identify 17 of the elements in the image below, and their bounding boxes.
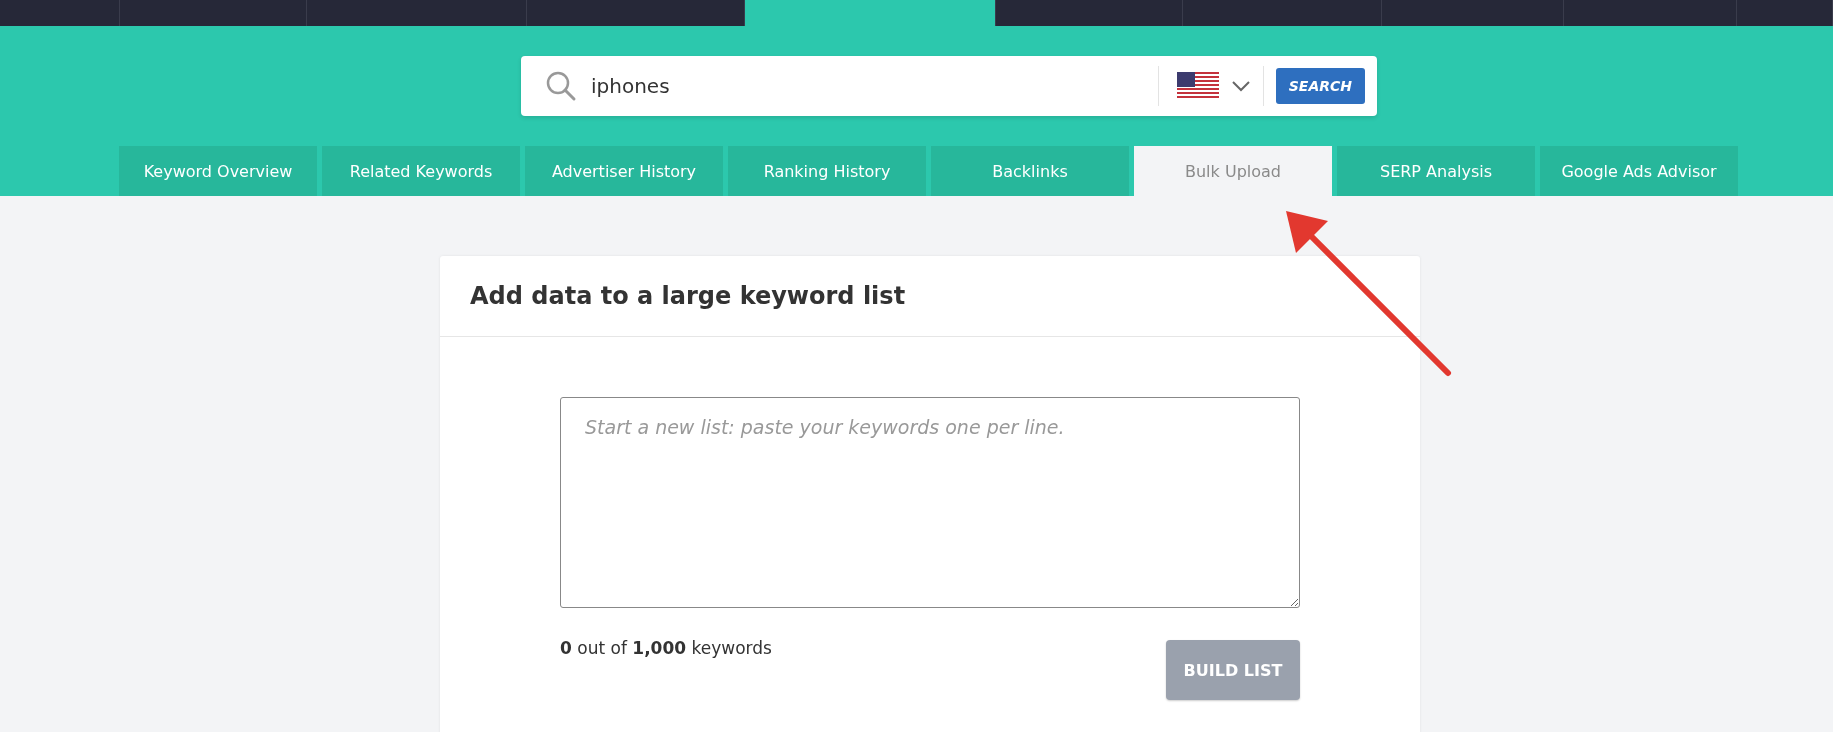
nav-item[interactable] xyxy=(745,0,996,26)
tab[interactable]: Backlinks xyxy=(931,146,1129,196)
tab[interactable]: SERP Analysis xyxy=(1337,146,1535,196)
tab[interactable]: Bulk Upload xyxy=(1134,146,1332,196)
tab[interactable]: Advertiser History xyxy=(525,146,723,196)
tab[interactable]: Ranking History xyxy=(728,146,926,196)
flag-icon xyxy=(1176,72,1219,100)
chevron-down-icon[interactable] xyxy=(1230,80,1251,92)
search-icon xyxy=(545,70,577,102)
keyword-counter: 0 out of 1,000 keywords xyxy=(560,638,772,658)
tab[interactable]: Related Keywords xyxy=(322,146,520,196)
card-title: Add data to a large keyword list xyxy=(470,282,906,310)
keyword-textarea[interactable]: Start a new list: paste your keywords one per line. xyxy=(560,397,1300,608)
search-button[interactable]: SEARCH xyxy=(1275,68,1365,104)
tab[interactable]: Google Ads Advisor xyxy=(1540,146,1738,196)
tab[interactable]: Keyword Overview xyxy=(119,146,317,196)
search-field[interactable]: iphones SEARCH xyxy=(521,56,1377,116)
